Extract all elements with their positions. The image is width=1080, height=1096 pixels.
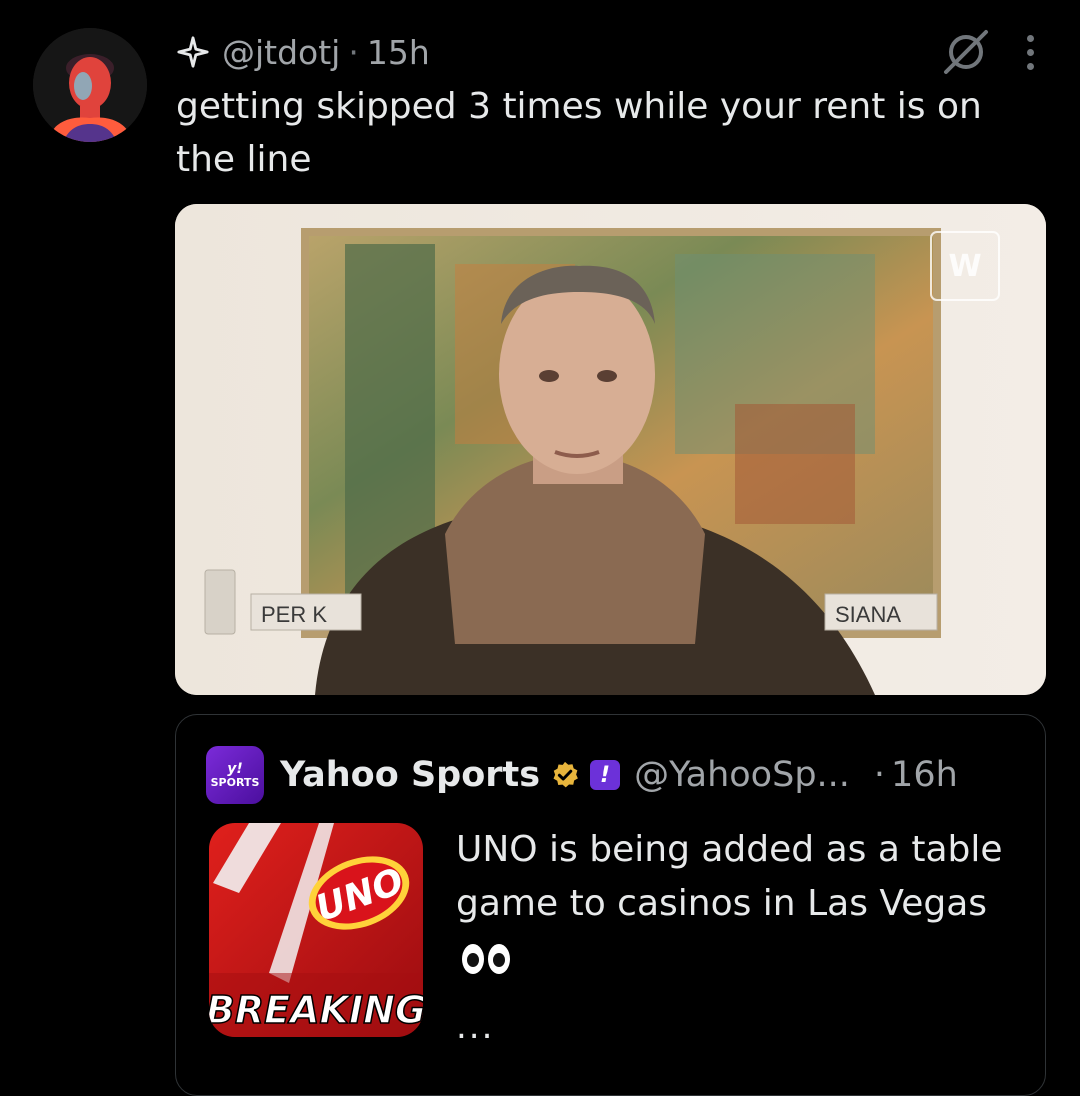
avatar-image <box>33 28 147 142</box>
author-handle[interactable]: @jtdotj <box>222 33 340 72</box>
quoted-thumbnail[interactable]: UNO BREAKING <box>209 823 423 1037</box>
affiliate-badge-icon: ! <box>590 760 621 790</box>
quoted-text-block: UNO is being added as a table game to ca… <box>456 823 1016 985</box>
separator-dot: · <box>873 755 886 795</box>
yahoo-sports-logo[interactable]: y! SPORTS <box>206 746 264 804</box>
quoted-tweet-header: y! SPORTS Yahoo Sports ! @YahooSp... · 1… <box>206 745 1026 805</box>
separator-dot: · <box>348 32 359 72</box>
tweet-text: getting skipped 3 times while your rent … <box>176 86 982 180</box>
breaking-text: BREAKING <box>209 988 423 1032</box>
logo-text-bottom: SPORTS <box>210 775 260 789</box>
quoted-text: UNO is being added as a table game to ca… <box>456 829 1003 924</box>
verified-badge-icon <box>550 760 580 790</box>
tweet-media[interactable]: W PER K SIANA <box>175 204 1046 695</box>
sparkle-icon <box>176 35 210 69</box>
more-icon[interactable] <box>1020 27 1040 77</box>
tweet-header: @jtdotj · 15h <box>176 27 1040 77</box>
avatar[interactable] <box>33 28 147 142</box>
grok-icon[interactable] <box>938 26 994 78</box>
uno-breaking-image: UNO BREAKING <box>209 823 423 1037</box>
quoted-author-name[interactable]: Yahoo Sports <box>280 755 540 795</box>
quoted-timestamp[interactable]: 16h <box>891 755 958 795</box>
eyes-emoji <box>462 944 510 974</box>
video-still-image: W PER K SIANA <box>175 204 1046 695</box>
sign-left: PER K <box>261 602 327 627</box>
show-more-ellipsis[interactable]: ... <box>456 1007 494 1047</box>
tweet-timestamp[interactable]: 15h <box>367 33 430 72</box>
watermark-logo: W <box>948 249 981 284</box>
quoted-tweet[interactable]: y! SPORTS Yahoo Sports ! @YahooSp... · 1… <box>175 714 1046 1096</box>
logo-text-top: y! <box>227 760 243 777</box>
quoted-author-handle[interactable]: @YahooSp... <box>634 755 850 795</box>
sign-right: SIANA <box>835 602 901 627</box>
